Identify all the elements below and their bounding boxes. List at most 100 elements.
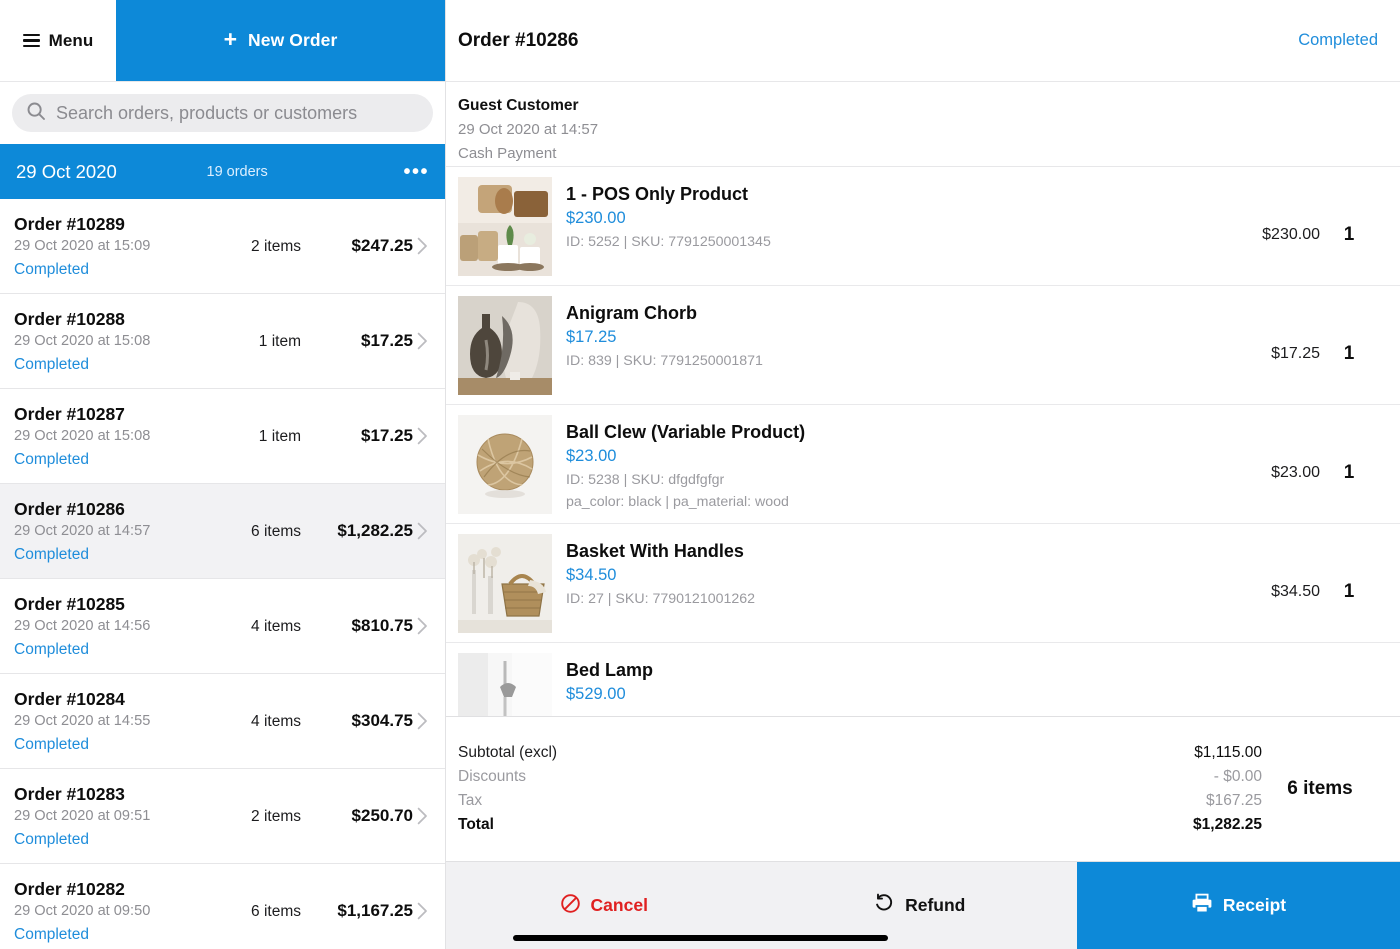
new-order-button[interactable]: + New Order (116, 0, 445, 81)
plus-icon: + (223, 26, 238, 52)
order-status: Completed (14, 831, 89, 848)
order-row[interactable]: Order #10287 29 Oct 2020 at 15:08 Complete… (0, 389, 445, 484)
product-thumbnail (458, 534, 552, 633)
order-status: Completed (14, 736, 89, 753)
date-group-date: 29 Oct 2020 (16, 160, 117, 182)
total-item-count: 6 items (1287, 778, 1353, 799)
order-number: Order #10284 (14, 689, 125, 709)
order-row[interactable]: Order #10286 29 Oct 2020 at 14:57 Complete… (0, 484, 445, 579)
order-row[interactable]: Order #10288 29 Oct 2020 at 15:08 Complete… (0, 294, 445, 389)
order-row-main: Order #10284 29 Oct 2020 at 14:55 Complete… (14, 688, 196, 768)
customer-block: Guest Customer 29 Oct 2020 at 14:57 Cash… (446, 82, 1400, 167)
line-item-qty: 1 (1343, 581, 1355, 602)
order-row[interactable]: Order #10289 29 Oct 2020 at 15:09 Complete… (0, 199, 445, 294)
order-datetime: 29 Oct 2020 at 14:57 (14, 523, 151, 539)
order-datetime: 29 Oct 2020 at 14:55 (14, 713, 151, 729)
product-thumbnail (458, 296, 552, 395)
order-total: $810.75 (351, 616, 413, 635)
line-item-total: $23.00 (1271, 464, 1320, 481)
product-price: $529.00 (566, 685, 626, 703)
chevron-right-icon (417, 427, 433, 450)
left-topbar: Menu + New Order (0, 0, 445, 82)
order-item-count: 2 items (251, 808, 301, 825)
line-item[interactable]: 1 - POS Only Product $230.00 ID: 5252 | SK… (446, 167, 1400, 286)
payment-method: Cash Payment (458, 145, 557, 162)
line-item[interactable]: Anigram Chorb $17.25 ID: 839 | SKU: 779125… (446, 286, 1400, 405)
line-item[interactable]: Basket With Handles $34.50 ID: 27 | SKU: 7… (446, 524, 1400, 643)
product-meta: ID: 27 | SKU: 7790121001262 (566, 591, 756, 607)
chevron-right-icon (417, 712, 433, 735)
line-item-info: Basket With Handles $34.50 ID: 27 | SKU: 7… (566, 534, 1200, 610)
order-datetime: 29 Oct 2020 at 15:09 (14, 238, 151, 254)
order-datetime: 29 Oct 2020 at 14:56 (14, 618, 151, 634)
receipt-button-label: Receipt (1222, 895, 1287, 915)
search-input[interactable] (56, 102, 419, 124)
line-item-info: Ball Clew (Variable Product) $23.00 ID: 52… (566, 415, 1200, 513)
date-group-header[interactable]: 29 Oct 2020 19 orders ••• (0, 144, 445, 199)
order-row-main: Order #10288 29 Oct 2020 at 15:08 Complete… (14, 308, 196, 388)
tax-label: Tax (458, 792, 483, 809)
product-thumbnail (458, 415, 552, 514)
orders-panel: Menu + New Order 29 Oct 2020 19 orders (0, 0, 446, 949)
line-item-total: $34.50 (1271, 583, 1320, 600)
chevron-right-icon (417, 237, 433, 260)
undo-arrow-icon (873, 892, 895, 919)
search-icon (26, 101, 46, 126)
chevron-right-icon (417, 902, 433, 925)
line-item-total (1200, 703, 1320, 711)
subtotal-row: Subtotal (excl) $1,115.00 (458, 741, 1262, 765)
order-row-main: Order #10282 29 Oct 2020 at 09:50 Complete… (14, 878, 196, 949)
order-datetime: 29 Oct 2020 at 15:08 (14, 333, 151, 349)
line-item[interactable]: Bed Lamp $529.00 (446, 643, 1400, 716)
page-title: Order #10286 (458, 29, 579, 51)
chevron-right-icon (417, 522, 433, 545)
chevron-right-icon (417, 617, 433, 640)
order-row-main: Order #10289 29 Oct 2020 at 15:09 Complete… (14, 213, 196, 293)
product-meta: ID: 5238 | SKU: dfgdfgfgr (566, 472, 725, 488)
pos-app: Menu + New Order 29 Oct 2020 19 orders (0, 0, 1400, 949)
order-status: Completed (14, 356, 89, 373)
order-item-count: 4 items (251, 713, 301, 730)
menu-button-label: Menu (48, 30, 94, 50)
line-item[interactable]: Ball Clew (Variable Product) $23.00 ID: 52… (446, 405, 1400, 524)
totals-table: Subtotal (excl) $1,115.00 Discounts - $0… (458, 741, 1262, 837)
order-item-count: 1 item (258, 333, 301, 350)
search-box[interactable] (12, 94, 433, 132)
order-total: $17.25 (361, 331, 413, 350)
product-price: $34.50 (566, 566, 617, 584)
menu-button[interactable]: Menu (0, 0, 116, 81)
order-row[interactable]: Order #10284 29 Oct 2020 at 14:55 Complete… (0, 674, 445, 769)
order-item-count: 1 item (258, 428, 301, 445)
order-total: $247.25 (351, 236, 413, 255)
line-item-qty: 1 (1343, 224, 1355, 245)
status-badge[interactable]: Completed (1298, 31, 1378, 50)
order-row[interactable]: Order #10283 29 Oct 2020 at 09:51 Complete… (0, 769, 445, 864)
customer-name: Guest Customer (458, 97, 579, 114)
order-status: Completed (14, 546, 89, 563)
product-price: $230.00 (566, 209, 626, 227)
order-datetime: 29 Oct 2020 at 09:50 (14, 903, 151, 919)
line-items-list[interactable]: 1 - POS Only Product $230.00 ID: 5252 | SK… (446, 167, 1400, 716)
order-row-main: Order #10285 29 Oct 2020 at 14:56 Complete… (14, 593, 196, 673)
order-row[interactable]: Order #10282 29 Oct 2020 at 09:50 Complete… (0, 864, 445, 949)
order-item-count: 4 items (251, 618, 301, 635)
order-row-main: Order #10287 29 Oct 2020 at 15:08 Complete… (14, 403, 196, 483)
order-row-main: Order #10286 29 Oct 2020 at 14:57 Complete… (14, 498, 196, 578)
product-thumbnail (458, 177, 552, 276)
order-status: Completed (14, 451, 89, 468)
orders-list[interactable]: Order #10289 29 Oct 2020 at 15:09 Complete… (0, 199, 445, 949)
product-name: Basket With Handles (566, 541, 744, 561)
new-order-label: New Order (248, 30, 338, 50)
order-datetime: 29 Oct 2020 at 09:51 (14, 808, 151, 824)
order-item-count: 2 items (251, 238, 301, 255)
order-item-count: 6 items (251, 903, 301, 920)
ellipsis-icon[interactable]: ••• (403, 162, 429, 182)
order-row[interactable]: Order #10285 29 Oct 2020 at 14:56 Complete… (0, 579, 445, 674)
total-value: $1,282.25 (1193, 816, 1262, 833)
receipt-button[interactable]: Receipt (1077, 862, 1400, 949)
order-row-main: Order #10283 29 Oct 2020 at 09:51 Complete… (14, 783, 196, 863)
line-item-total: $17.25 (1271, 345, 1320, 362)
product-attributes: pa_color: black | pa_material: wood (566, 494, 789, 510)
tax-row: Tax $167.25 (458, 789, 1262, 813)
date-group-count: 19 orders (206, 163, 268, 180)
